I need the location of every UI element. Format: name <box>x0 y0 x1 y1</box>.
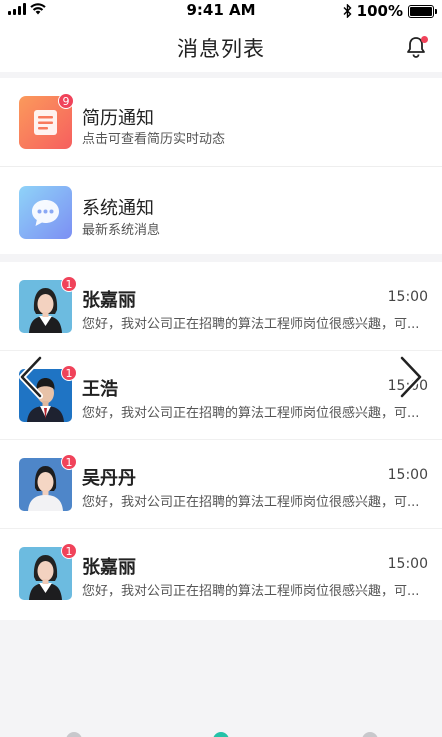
message-row[interactable]: 1 吴丹丹 15:00 您好，我对公司正在招聘的算法工程师岗位很感兴趣，可... <box>0 440 442 529</box>
message-time: 15:00 <box>387 289 428 305</box>
battery-percent: 100% <box>356 2 403 20</box>
resume-badge: 9 <box>58 93 74 109</box>
message-preview: 您好，我对公司正在招聘的算法工程师岗位很感兴趣，可... <box>82 495 420 510</box>
message-preview: 您好，我对公司正在招聘的算法工程师岗位很感兴趣，可... <box>82 584 420 599</box>
contact-name: 张嘉丽 <box>82 557 136 578</box>
prev-arrow-button[interactable] <box>16 354 46 400</box>
unread-badge: 1 <box>61 454 77 470</box>
unread-badge: 1 <box>61 365 77 381</box>
notice-subtitle: 点击可查看简历实时动态 <box>82 132 226 147</box>
message-list-screen: 9:41 AM 100% 消息列表 9 简历通知 点击可查看简历实时动态 系统通… <box>0 0 442 737</box>
unread-badge: 1 <box>61 543 77 559</box>
tab-profile-icon[interactable] <box>362 732 378 737</box>
chevron-left-icon <box>19 355 43 399</box>
message-list: 1 张嘉丽 15:00 您好，我对公司正在招聘的算法工程师岗位很感兴趣，可...… <box>0 262 442 620</box>
notice-subtitle: 最新系统消息 <box>82 223 161 238</box>
message-preview: 您好，我对公司正在招聘的算法工程师岗位很感兴趣，可... <box>82 406 420 421</box>
tab-bar <box>0 722 442 737</box>
chevron-right-icon <box>399 355 423 399</box>
notice-title: 系统通知 <box>82 198 154 219</box>
page-title: 消息列表 <box>177 37 265 61</box>
unread-badge: 1 <box>61 276 77 292</box>
bluetooth-icon <box>343 4 352 18</box>
chat-bubble-icon <box>19 186 72 239</box>
notice-group: 9 简历通知 点击可查看简历实时动态 系统通知 最新系统消息 <box>0 78 442 254</box>
battery-icon <box>408 4 437 18</box>
notice-item-resume[interactable]: 9 简历通知 点击可查看简历实时动态 <box>0 78 442 166</box>
notice-title: 简历通知 <box>82 108 154 129</box>
nav-header: 消息列表 <box>0 20 442 72</box>
status-right: 100% <box>343 2 437 20</box>
contact-name: 张嘉丽 <box>82 290 136 311</box>
message-preview: 您好，我对公司正在招聘的算法工程师岗位很感兴趣，可... <box>82 317 420 332</box>
notification-bell-button[interactable] <box>404 35 428 59</box>
contact-name: 王浩 <box>82 379 118 400</box>
message-row[interactable]: 1 王浩 15:00 您好，我对公司正在招聘的算法工程师岗位很感兴趣，可... <box>0 351 442 440</box>
tab-message-icon[interactable] <box>213 732 229 737</box>
next-arrow-button[interactable] <box>396 354 426 400</box>
tab-home-icon[interactable] <box>66 732 82 737</box>
contact-name: 吴丹丹 <box>82 468 136 489</box>
status-bar: 9:41 AM 100% <box>0 0 442 20</box>
message-time: 15:00 <box>387 556 428 572</box>
bell-unread-dot <box>421 36 428 43</box>
message-row[interactable]: 1 张嘉丽 15:00 您好，我对公司正在招聘的算法工程师岗位很感兴趣，可... <box>0 529 442 618</box>
message-time: 15:00 <box>387 467 428 483</box>
notice-item-system[interactable]: 系统通知 最新系统消息 <box>0 166 442 254</box>
message-row[interactable]: 1 张嘉丽 15:00 您好，我对公司正在招聘的算法工程师岗位很感兴趣，可... <box>0 262 442 351</box>
